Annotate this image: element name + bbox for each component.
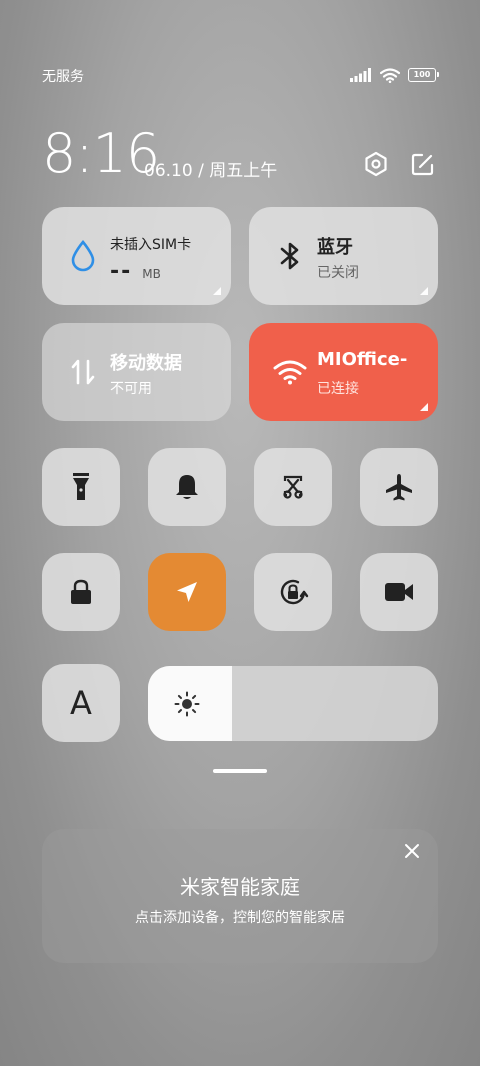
airplane-icon <box>386 474 412 501</box>
screen-record-toggle[interactable] <box>360 553 438 631</box>
mijia-smart-home-card[interactable]: 米家智能家庭 点击添加设备，控制您的智能家居 <box>42 829 438 963</box>
flashlight-toggle[interactable] <box>42 448 120 526</box>
edit-button[interactable] <box>409 150 437 178</box>
rotation-lock-icon <box>280 579 309 605</box>
mobile-data-tile[interactable]: 移动数据 不可用 <box>42 323 231 421</box>
sim-data-tile[interactable]: 未插入SIM卡 -- MB <box>42 207 231 305</box>
flashlight-icon <box>73 473 89 500</box>
sim-data-usage: -- MB <box>110 259 161 284</box>
location-toggle[interactable] <box>148 553 226 631</box>
mijia-subtitle: 点击添加设备，控制您的智能家居 <box>135 910 345 926</box>
edit-icon <box>411 153 434 176</box>
notification-toggle[interactable] <box>148 448 226 526</box>
video-camera-icon <box>385 583 413 601</box>
settings-icon <box>365 151 387 177</box>
sun-icon <box>174 691 200 717</box>
lock-icon <box>71 579 91 604</box>
data-arrows-icon <box>66 353 100 391</box>
bluetooth-tile[interactable]: 蓝牙 已关闭 <box>249 207 438 305</box>
water-drop-icon <box>66 237 100 275</box>
sim-tile-label: 未插入SIM卡 <box>110 237 192 253</box>
auto-rotate-toggle[interactable] <box>254 553 332 631</box>
close-icon[interactable] <box>402 841 422 861</box>
carrier-label: 无服务 <box>42 69 84 85</box>
mobile-data-label: 移动数据 <box>110 353 182 374</box>
expand-corner-icon <box>213 287 221 295</box>
wifi-tile[interactable]: MIOffice- 已连接 <box>249 323 438 421</box>
data-usage-unit: MB <box>142 267 161 281</box>
mobile-data-status: 不可用 <box>110 381 152 397</box>
location-arrow-icon <box>177 582 197 602</box>
scissors-icon <box>283 475 303 499</box>
drag-handle[interactable] <box>213 769 267 773</box>
bluetooth-icon <box>273 237 307 275</box>
signal-icon <box>350 68 371 82</box>
font-size-button[interactable]: A <box>42 664 120 742</box>
wifi-status: 已连接 <box>317 381 359 397</box>
wifi-icon <box>273 353 307 391</box>
status-icons: 100 <box>350 66 439 84</box>
status-bar: 无服务 100 <box>0 0 480 100</box>
data-usage-value: -- <box>110 259 133 284</box>
expand-corner-icon <box>420 287 428 295</box>
wifi-status-icon <box>380 67 400 83</box>
expand-corner-icon <box>420 403 428 411</box>
date-label: 06.10 / 周五上午 <box>144 161 278 181</box>
settings-button[interactable] <box>362 150 390 178</box>
brightness-slider[interactable] <box>148 666 438 741</box>
bluetooth-label: 蓝牙 <box>317 237 353 258</box>
airplane-mode-toggle[interactable] <box>360 448 438 526</box>
lock-screen-toggle[interactable] <box>42 553 120 631</box>
screenshot-toggle[interactable] <box>254 448 332 526</box>
bell-icon <box>176 475 198 499</box>
clock-time: 8:16 <box>42 122 160 185</box>
mijia-title: 米家智能家庭 <box>180 875 300 899</box>
battery-icon: 100 <box>408 68 439 82</box>
bluetooth-status: 已关闭 <box>317 265 359 281</box>
wifi-network-name: MIOffice- <box>317 349 408 370</box>
